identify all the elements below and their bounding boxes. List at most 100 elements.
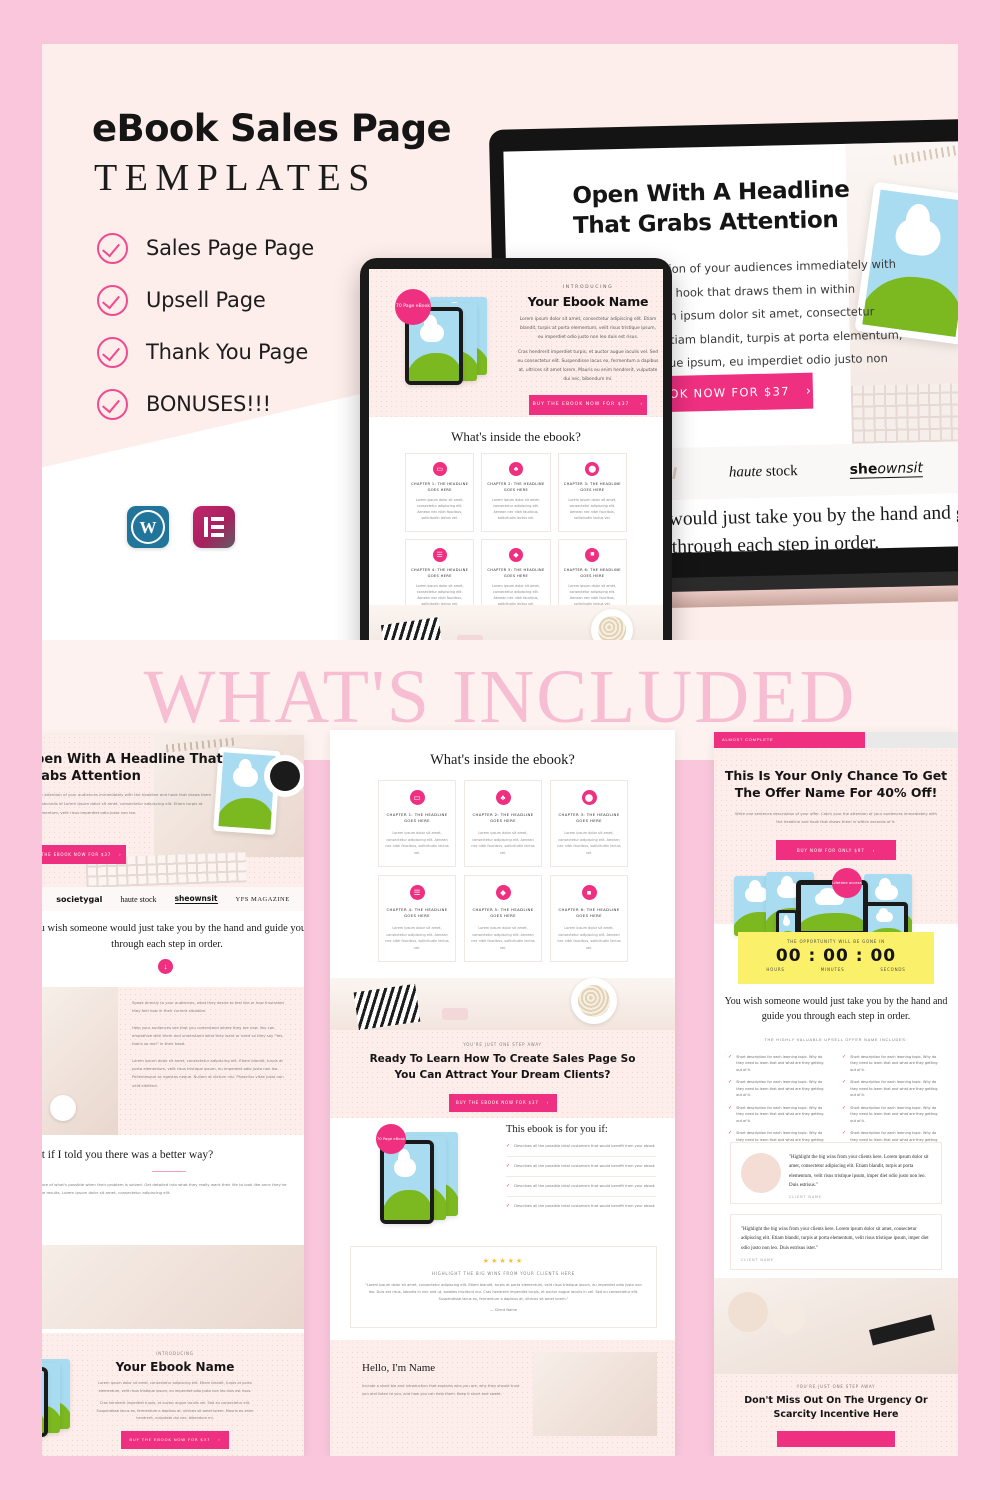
- chart-icon: ☰: [409, 885, 425, 900]
- preview-mid-about-section: Hello, I'm Name Include a short bio and …: [330, 1340, 675, 1456]
- chapter-title: CHAPTER 2: THE HEADLINE GOES HERE: [487, 482, 545, 492]
- plugin-badges: W: [127, 506, 235, 548]
- chapter-card: ▭ CHAPTER 1: THE HEADLINE GOES HERE Lore…: [405, 453, 475, 532]
- scroll-down-icon[interactable]: ↓: [158, 959, 173, 974]
- foryou-item: Describes all the possible ideal custome…: [514, 1144, 655, 1148]
- page-title: eBook Sales Page: [92, 107, 452, 150]
- chapter-body: Lorem ipsum dolor sit amet, consectetur …: [557, 926, 621, 950]
- chapter-card: ◆ CHAPTER 5: THE HEADLINE GOES HERE Lore…: [464, 875, 542, 962]
- timer-unit-seconds: SECONDS: [880, 967, 906, 972]
- ebook-cta-button[interactable]: BUY THE EBOOK NOW FOR $37 ›: [121, 1430, 229, 1449]
- laptop-headline: Open With A Headline That Grabs Attentio…: [572, 176, 850, 239]
- preview-right-final-cta: YOU'RE JUST ONE STEP AWAY Don't Miss Out…: [714, 1374, 958, 1456]
- gift-icon: ♣: [495, 790, 511, 805]
- chapter-card: ☰ CHAPTER 4: THE HEADLINE GOES HERE Lore…: [378, 875, 456, 962]
- bowl-decor: [591, 609, 633, 640]
- wordpress-icon: W: [127, 506, 169, 548]
- logo-societygal: societygal: [56, 894, 103, 904]
- includes-item: ✓ Short description for each learning top…: [842, 1079, 938, 1098]
- arrow-right-icon: ›: [218, 1437, 221, 1443]
- preview-upsell-page[interactable]: THANK YOU FOR PURCHASING, BUT WAIT... AL…: [714, 732, 958, 1456]
- check-icon: ✓: [842, 1054, 847, 1060]
- preview-left-paragraph: Catch the attention of your audiences im…: [42, 792, 212, 815]
- progress-label: ALMOST COMPLETE: [722, 737, 774, 742]
- tablet-footer-photo: [369, 605, 663, 640]
- testimonial-card-1: "Highlight the big wins from your client…: [730, 1142, 942, 1204]
- camera-icon: ■: [581, 885, 597, 900]
- final-cta-button[interactable]: [777, 1430, 895, 1447]
- page-previews: Open With A Headline That Grabs Attentio…: [42, 700, 958, 1456]
- preview-right-cta[interactable]: BUY NOW FOR ONLY $97 ›: [776, 840, 896, 860]
- tablet-chapter-grid: ▭ CHAPTER 1: THE HEADLINE GOES HERE Lore…: [405, 453, 627, 618]
- preview-mid-testimonial: ★★★★★ HIGHLIGHT THE BIG WINS FROM YOUR C…: [350, 1246, 657, 1328]
- story-paragraph-3: Lorem ipsum dolor sit amet, consectetur …: [132, 1057, 284, 1088]
- foryou-item: Describes all the possible ideal custome…: [514, 1184, 655, 1188]
- preview-mid-photo-band: [330, 978, 675, 1031]
- testimonial-body: "Lorem ipsum dolor sit amet, consectetur…: [365, 1283, 642, 1302]
- chapter-card: ♣ CHAPTER 2: THE HEADLINE GOES HERE Lore…: [481, 453, 551, 532]
- logo-sheownsit: sheownsit: [849, 459, 924, 479]
- about-body: Include a short bio and introduction tha…: [362, 1384, 520, 1397]
- ebook-eyebrow: INTRODUCING: [156, 1351, 194, 1356]
- check-icon: [97, 232, 128, 264]
- cta-button[interactable]: BUY THE EBOOK NOW FOR $37 ›: [448, 1093, 557, 1112]
- checklist-label: Upsell Page: [146, 288, 266, 312]
- testimonial-text: "Highlight the big wins from your client…: [789, 1155, 929, 1188]
- preview-left-hero: Open With A Headline That Grabs Attentio…: [42, 735, 304, 903]
- gift-icon: ♣: [508, 462, 523, 476]
- check-icon: [97, 284, 128, 316]
- includes-item: ✓ Short description for each learning top…: [728, 1054, 824, 1072]
- preview-left-headline: Open With A Headline That Grabs Attentio…: [42, 752, 223, 785]
- check-icon: ✓: [506, 1203, 511, 1209]
- preview-left-cta[interactable]: BUY THE EBOOK NOW FOR $37›: [42, 845, 126, 864]
- includes-list: ✓ Short description for each learning top…: [728, 1054, 944, 1150]
- foryou-item: Describes all the possible ideal custome…: [514, 1204, 655, 1208]
- preview-mid-cta-section: YOU'RE JUST ONE STEP AWAY Ready To Learn…: [330, 1030, 675, 1118]
- cta-eyebrow: YOU'RE JUST ONE STEP AWAY: [463, 1042, 542, 1047]
- chapter-card: ⬤ CHAPTER 3: THE HEADLINE GOES HERE Lore…: [550, 780, 628, 867]
- check-icon: ✓: [506, 1143, 511, 1149]
- preview-chapters-page[interactable]: What's inside the ebook? ▭ CHAPTER 1: TH…: [330, 730, 675, 1456]
- tablet-mockup: 70 Page eBook INTRODUCING Your Ebook Nam…: [360, 258, 672, 640]
- check-icon: [97, 388, 128, 420]
- story-text: Speak directly to your audiences, what t…: [118, 987, 304, 1135]
- preview-mid-section-title: What's inside the ebook?: [430, 752, 575, 768]
- ebook-paragraph: Lorem ipsum dolor sit amet, consectetur …: [98, 1381, 252, 1393]
- check-icon: ✓: [506, 1163, 511, 1169]
- preview-right-paragraph: Write one sentence description of your o…: [735, 811, 937, 824]
- arrow-right-icon: ›: [640, 402, 644, 408]
- chapter-title: CHAPTER 5: THE HEADLINE GOES HERE: [472, 907, 534, 919]
- striped-notebook-decor: [380, 617, 444, 640]
- page-count-badge: 70 Page eBook: [376, 1124, 406, 1154]
- preview-right-hero: This Is Your Only Chance To Get The Offe…: [714, 748, 958, 946]
- about-photo: [533, 1352, 657, 1436]
- preview-left-subparagraph: Paint a picture of what's possible when …: [42, 1182, 287, 1196]
- timer-unit-minutes: MINUTES: [820, 967, 845, 972]
- chapter-body: Lorem ipsum dolor sit amet, consectetur …: [385, 831, 449, 855]
- device-stack-graphic: Lifetime access: [714, 868, 958, 946]
- check-icon: ✓: [506, 1183, 511, 1189]
- testimonial-author: — Client Name: [490, 1307, 517, 1312]
- preview-right-quote: You wish someone would just take you by …: [724, 996, 948, 1022]
- tablet-paragraph-1: Lorem ipsum dolor sit amet, consectetur …: [519, 317, 657, 340]
- tablet-eyebrow: INTRODUCING: [562, 285, 614, 290]
- logo-sheownsit: sheownsit: [174, 894, 218, 904]
- preview-sales-page[interactable]: Open With A Headline That Grabs Attentio…: [42, 735, 304, 1456]
- final-eyebrow: YOU'RE JUST ONE STEP AWAY: [796, 1384, 876, 1389]
- lifetime-access-badge: Lifetime access: [832, 868, 862, 898]
- checklist-label: Thank You Page: [146, 340, 309, 364]
- includes-eyebrow: THE HIGHLY VALUABLE UPSELL OFFER NAME IN…: [764, 1038, 908, 1042]
- coffee-cup-decor: [270, 761, 300, 791]
- testimonial-author: CLIENT NAME: [741, 1257, 774, 1262]
- page-count-badge: 70 Page eBook: [395, 289, 431, 325]
- chapter-title: CHAPTER 1: THE HEADLINE GOES HERE: [386, 812, 448, 824]
- chapter-title: CHAPTER 5: THE HEADLINE GOES HERE: [487, 567, 545, 578]
- chapter-card: ■ CHAPTER 6: THE HEADLINE GOES HERE Lore…: [550, 875, 628, 962]
- tag-icon: ⬤: [585, 462, 600, 476]
- check-icon: ✓: [728, 1079, 733, 1086]
- chapter-title: CHAPTER 6: THE HEADLINE GOES HERE: [563, 567, 621, 578]
- tablet-cta-button[interactable]: BUY THE EBOOK NOW FOR $37 ›: [529, 394, 647, 415]
- chapter-title: CHAPTER 3: THE HEADLINE GOES HERE: [558, 812, 620, 824]
- chapter-title: CHAPTER 4: THE HEADLINE GOES HERE: [386, 907, 448, 919]
- preview-mid-foryou-section: 70 Page eBook This ebook is for you if: …: [330, 1118, 675, 1240]
